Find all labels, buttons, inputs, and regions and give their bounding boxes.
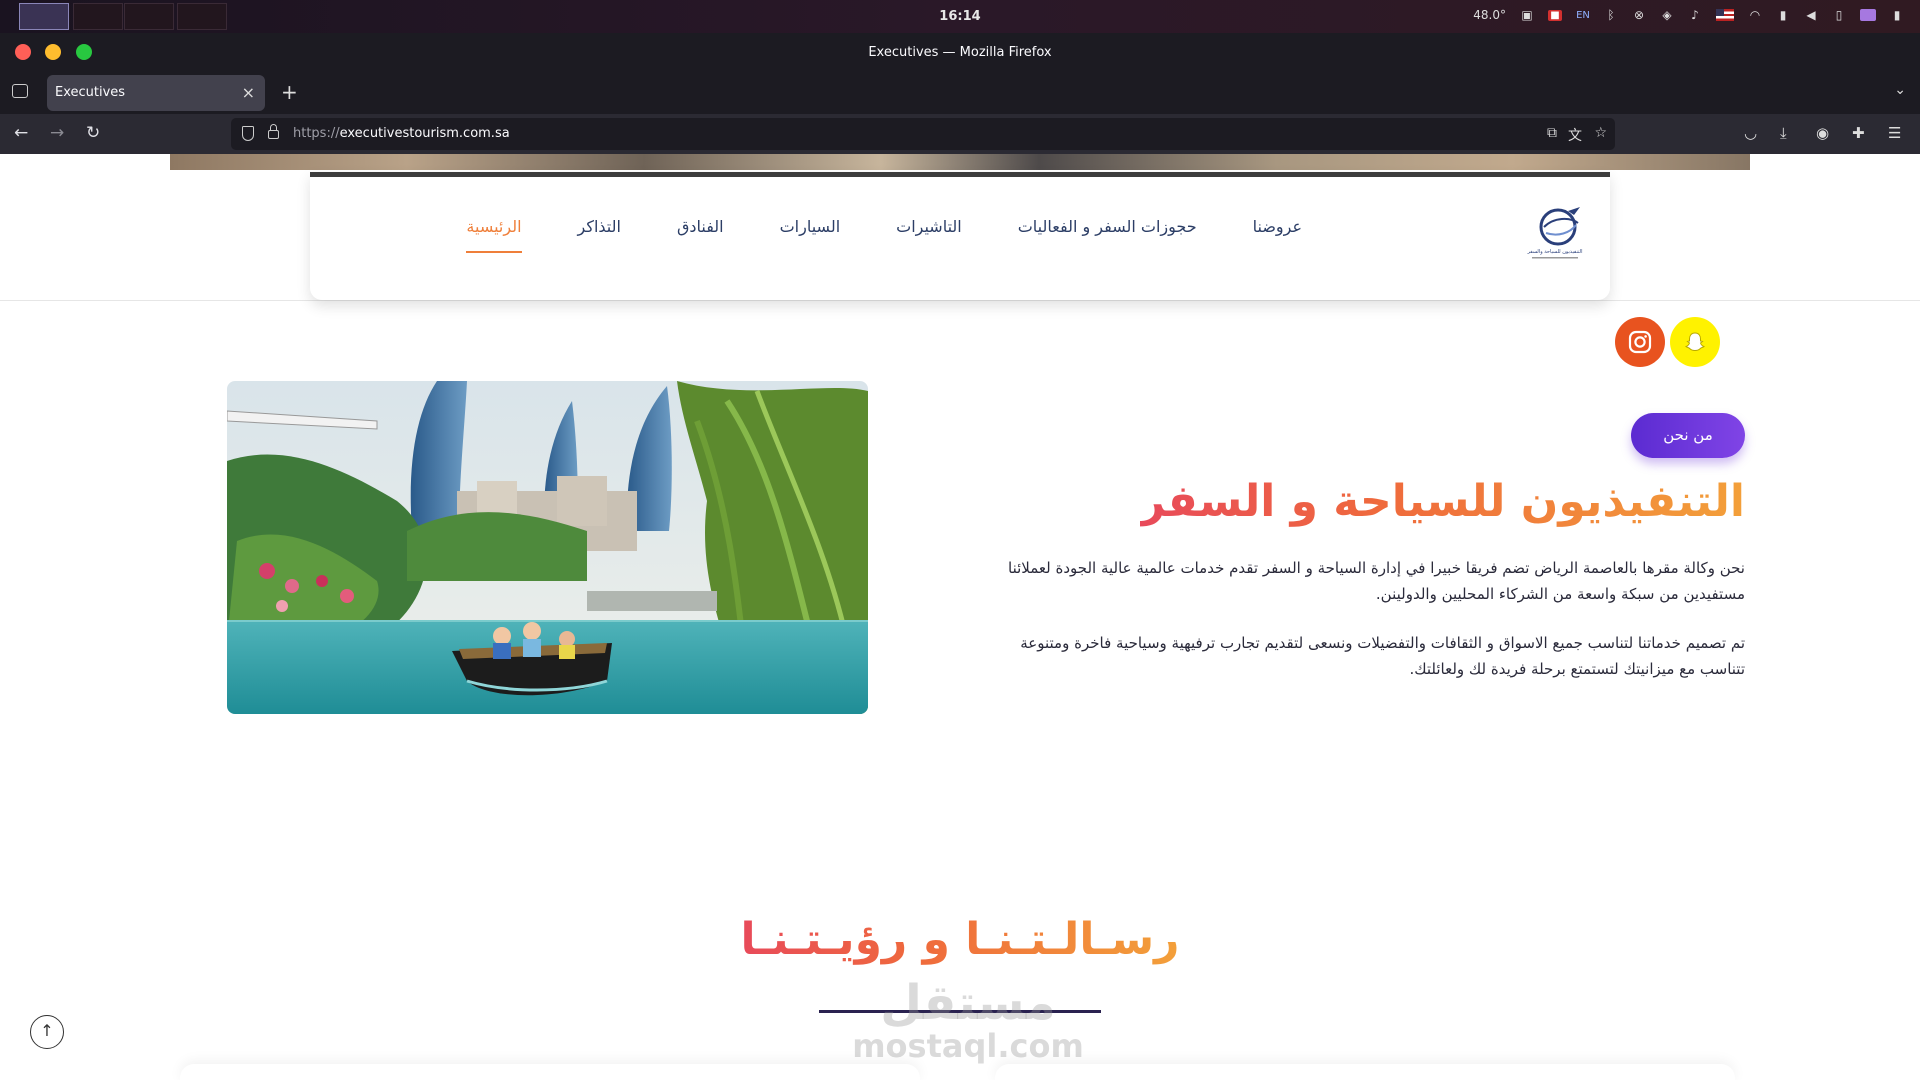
tab-executives[interactable]: Executives × <box>47 75 265 111</box>
picture-in-picture-icon[interactable]: ⧉ <box>1547 125 1557 141</box>
snapchat-icon[interactable] <box>1670 317 1720 367</box>
pocket-icon[interactable]: ◡ <box>1744 124 1757 142</box>
about-paragraph-1: نحن وكالة مقرها بالعاصمة الرياض تضم فريق… <box>1008 559 1745 603</box>
os-top-bar: 16:14 48.0° ▣ ■ EN ᛒ ⊗ ◈ ♪ ◠ ▮ ◀ ▯ ▮ <box>0 0 1920 33</box>
about-title: التنفيذيون للسياحة و السفر <box>1139 476 1745 527</box>
tab-bar: Executives × + ⌄ <box>0 71 1920 114</box>
sidebar-toggle-icon[interactable] <box>12 84 28 98</box>
menu-item-travel-bookings[interactable]: حجوزات السفر و الفعاليات <box>990 217 1225 236</box>
header-divider <box>0 300 1920 301</box>
temperature: 48.0° <box>1473 8 1506 22</box>
extensions-icon[interactable]: ✚ <box>1852 124 1865 142</box>
about-us-button[interactable]: من نحن <box>1631 413 1745 458</box>
notification-bell-icon[interactable]: ♪ <box>1688 8 1702 22</box>
shield-icon[interactable] <box>242 126 254 141</box>
volume-icon[interactable]: ◀ <box>1804 8 1818 22</box>
url-text[interactable]: https://executivestourism.com.sa <box>293 126 510 141</box>
mostaql-watermark: مستقل mostaql.com <box>818 978 1118 1064</box>
address-bar[interactable]: https://executivestourism.com.sa ⧉ 文 ☆ <box>231 118 1615 150</box>
svg-text:التنفيذيون للسياحة والسفر: التنفيذيون للسياحة والسفر <box>1527 249 1583 255</box>
site-logo[interactable]: التنفيذيون للسياحة والسفر <box>1524 203 1586 265</box>
bluetooth-icon[interactable]: ᛒ <box>1604 8 1618 22</box>
download-icon[interactable]: ⤓ <box>1780 124 1787 142</box>
watermark-arabic: مستقل <box>880 975 1056 1031</box>
flag-icon[interactable] <box>1716 9 1734 21</box>
forward-icon[interactable]: → <box>50 123 64 143</box>
translate-icon[interactable]: 文 <box>1568 125 1582 145</box>
language-indicator[interactable]: EN <box>1576 10 1590 21</box>
menu-item-tickets[interactable]: التذاكر <box>550 217 649 236</box>
bookmark-star-icon[interactable]: ☆ <box>1594 125 1607 141</box>
account-icon[interactable]: ◉ <box>1816 124 1829 142</box>
clipboard-icon[interactable]: ▯ <box>1832 8 1846 22</box>
hero-image-strip <box>170 154 1750 170</box>
vpn-icon[interactable]: ◈ <box>1660 8 1674 22</box>
hero-photo <box>227 381 868 714</box>
instagram-icon[interactable] <box>1615 317 1665 367</box>
menu-item-visas[interactable]: التاشيرات <box>868 217 990 236</box>
tab-title: Executives <box>55 85 126 100</box>
menu-item-hotels[interactable]: الفنادق <box>649 217 752 236</box>
window-title: Executives — Mozilla Firefox <box>868 45 1052 60</box>
list-all-tabs-icon[interactable]: ⌄ <box>1894 82 1906 98</box>
battery-icon[interactable]: ▮ <box>1776 8 1790 22</box>
window-titlebar: Executives — Mozilla Firefox <box>0 33 1920 71</box>
record-icon[interactable]: ■ <box>1548 9 1562 21</box>
menu-item-home[interactable]: الرئيسية <box>438 217 549 253</box>
watermark-latin: mostaql.com <box>852 1027 1084 1065</box>
mission-card <box>180 1064 920 1080</box>
menu-icon[interactable]: ☰ <box>1888 124 1901 142</box>
back-icon[interactable]: ← <box>14 123 28 143</box>
mission-vision-title: رسـالـتـنـا و رؤيـتـنـا <box>740 914 1180 965</box>
screenshot-icon[interactable]: ▣ <box>1520 8 1534 22</box>
main-menu: الرئيسية التذاكر الفنادق السيارات التاشي… <box>438 217 1330 253</box>
scroll-to-top-button[interactable]: ↑ <box>30 1015 64 1049</box>
about-paragraph-2: تم تصميم خدماتنا لتناسب جميع الاسواق و ا… <box>1020 634 1745 678</box>
site-header: التنفيذيون للسياحة والسفر الرئيسية التذا… <box>310 172 1610 300</box>
tab-close-icon[interactable]: × <box>242 83 255 102</box>
menu-item-cars[interactable]: السيارات <box>752 217 869 236</box>
power-icon[interactable]: ▮ <box>1890 8 1904 22</box>
navigation-toolbar: ← → ↻ https://executivestourism.com.sa ⧉… <box>0 114 1920 154</box>
reload-icon[interactable]: ↻ <box>86 123 100 143</box>
new-tab-button[interactable]: + <box>281 80 298 104</box>
lock-icon[interactable] <box>268 124 279 139</box>
wifi-icon[interactable]: ◠ <box>1748 8 1762 22</box>
folder-icon[interactable] <box>1860 9 1876 21</box>
vision-card <box>995 1064 1735 1080</box>
network-icon[interactable]: ⊗ <box>1632 8 1646 22</box>
system-tray: 48.0° ▣ ■ EN ᛒ ⊗ ◈ ♪ ◠ ▮ ◀ ▯ ▮ <box>1473 8 1904 22</box>
menu-item-offers[interactable]: عروضنا <box>1225 217 1330 236</box>
web-page: التنفيذيون للسياحة والسفر الرئيسية التذا… <box>0 154 1920 1080</box>
